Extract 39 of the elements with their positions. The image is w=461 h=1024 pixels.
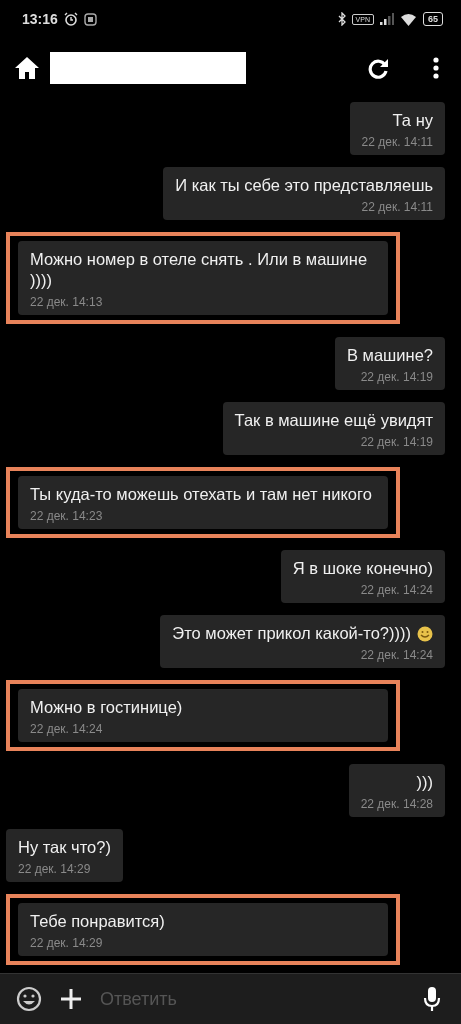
message-text: Так в машине ещё увидят	[234, 409, 433, 431]
message-text: Можно номер в отеле снять . Или в машине ))))	[30, 249, 369, 292]
message-text: Ну так что?)	[18, 836, 111, 858]
message-text: Я в шоке конечно)	[292, 558, 433, 580]
message-time: 22 дек. 14:24	[360, 648, 433, 663]
message-text: В машине?	[346, 344, 433, 366]
microphone-icon[interactable]	[423, 986, 441, 1012]
message-text: Ты куда-то можешь отехать и там нет никого	[30, 483, 372, 505]
message-text: И как ты себе это представляешь	[175, 175, 433, 197]
message-text: Тебе понравится)	[30, 910, 165, 932]
alarm-icon	[63, 12, 78, 26]
message-time: 22 дек. 14:13	[30, 295, 104, 310]
wifi-icon	[400, 12, 417, 26]
reply-bar[interactable]: Ответить	[0, 973, 461, 1024]
reply-field[interactable]: Ответить	[100, 988, 405, 1010]
message-time: 22 дек. 14:29	[30, 935, 104, 950]
message-text: Та ну	[392, 110, 433, 131]
battery-indicator: 65	[423, 12, 443, 26]
message-text: Можно в гостинице)	[30, 697, 183, 719]
message-text: )))	[416, 771, 433, 793]
message-time: 22 дек. 14:23	[30, 508, 104, 523]
message-time: 22 дек. 14:11	[361, 135, 433, 149]
bluetooth-icon	[337, 12, 346, 26]
refresh-icon[interactable]	[367, 57, 389, 79]
message-time: 22 дек. 14:24	[30, 722, 104, 737]
message-time: 22 дек. 14:19	[360, 434, 433, 449]
more-icon[interactable]	[433, 57, 439, 79]
signal-icon	[380, 13, 394, 25]
message-time: 22 дек. 14:19	[360, 369, 433, 384]
plus-icon[interactable]	[60, 988, 82, 1010]
notification-icon	[83, 12, 97, 26]
message-text: Это может прикол какой-то?))))	[172, 623, 411, 645]
message-time: 22 дек. 14:11	[361, 200, 433, 215]
clock: 13:16	[22, 11, 58, 27]
emoji-icon[interactable]	[16, 986, 42, 1012]
message-time: 22 дек. 14:28	[360, 796, 433, 811]
home-icon[interactable]	[14, 56, 40, 80]
message-time: 22 дек. 14:29	[18, 861, 92, 876]
message-time: 22 дек. 14:24	[360, 583, 433, 598]
